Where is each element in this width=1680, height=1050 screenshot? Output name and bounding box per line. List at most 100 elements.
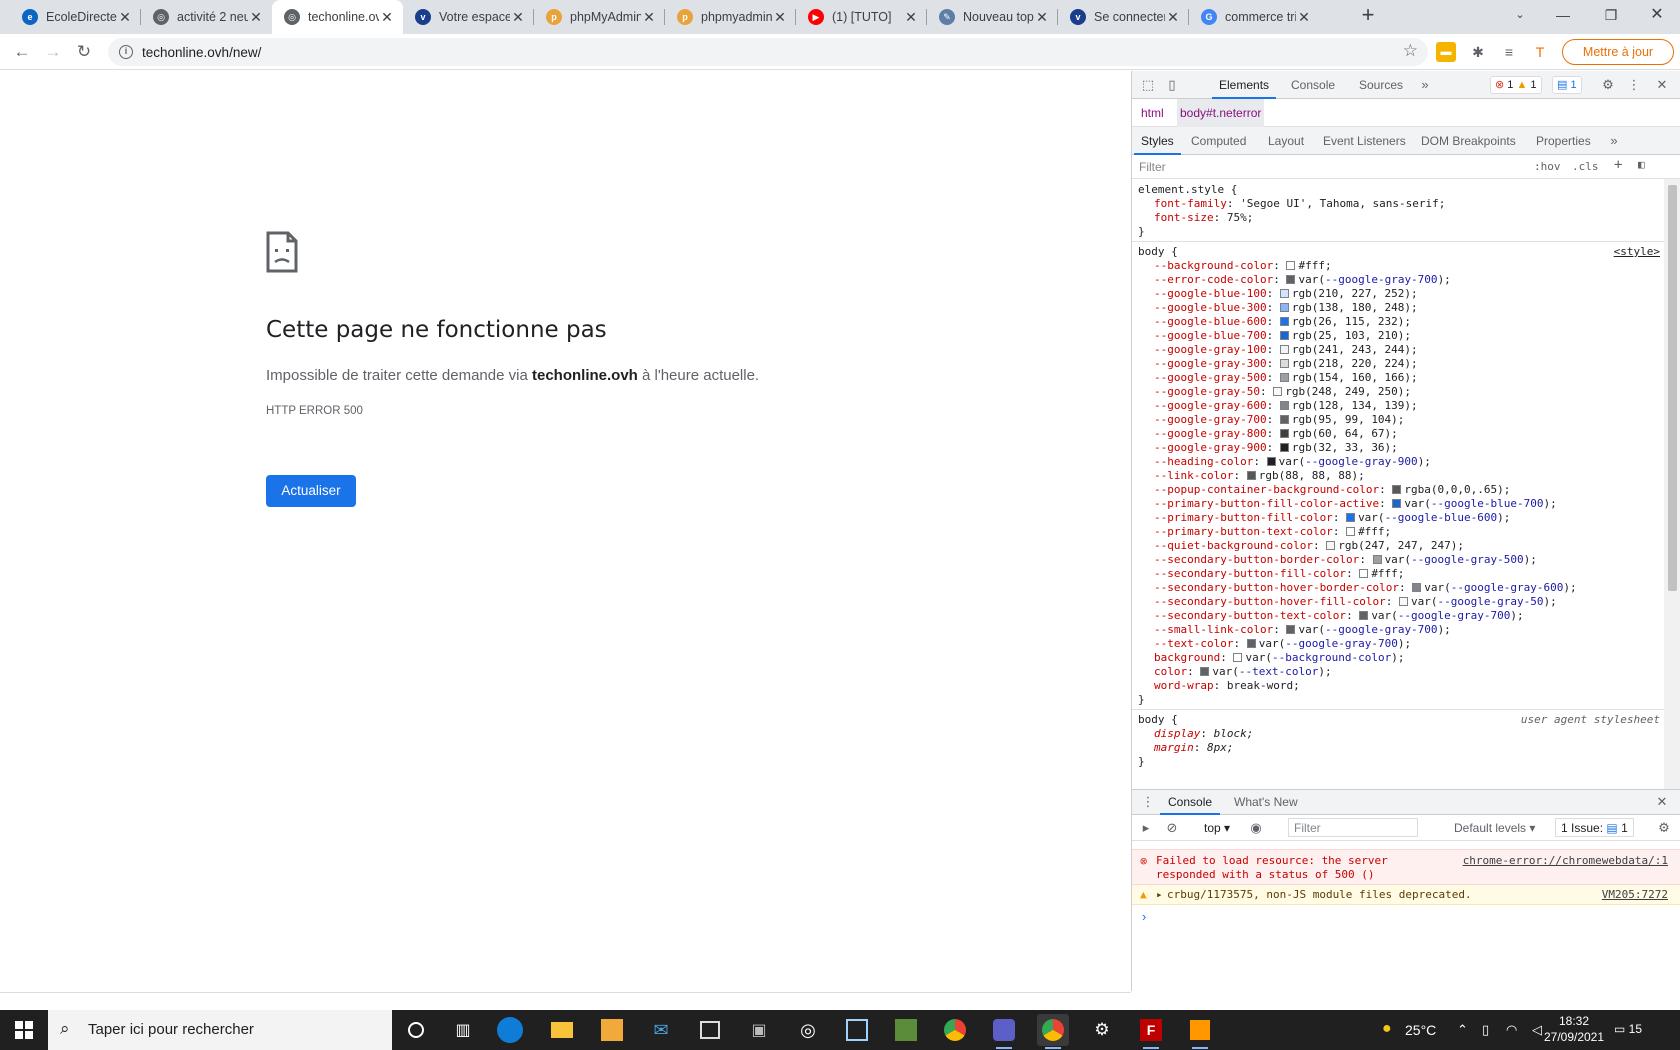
- styles-scrollbar-thumb[interactable]: [1668, 185, 1677, 591]
- browser-tab[interactable]: v Se connecter à✕: [1058, 0, 1189, 34]
- css-property-value[interactable]: rgb(25, 103, 210);: [1292, 329, 1411, 342]
- css-property-name[interactable]: --error-code-color: [1154, 273, 1273, 286]
- color-swatch[interactable]: [1326, 541, 1336, 550]
- css-property-value[interactable]: #fff;: [1298, 259, 1331, 272]
- styles-scrollbar[interactable]: [1664, 179, 1680, 789]
- drawer-tab-whats-new[interactable]: What's New: [1226, 790, 1306, 815]
- css-property-name[interactable]: --primary-button-fill-color: [1154, 511, 1333, 524]
- css-property-name[interactable]: --quiet-background-color: [1154, 539, 1313, 552]
- subtab-styles[interactable]: Styles: [1134, 127, 1181, 155]
- css-property-value[interactable]: rgb(218, 220, 224);: [1292, 357, 1418, 370]
- css-property-value[interactable]: rgb(32, 33, 36);: [1292, 441, 1398, 454]
- console-prompt-chevron-icon[interactable]: ›: [1142, 909, 1146, 924]
- maximize-icon[interactable]: ❐: [1588, 0, 1634, 30]
- css-property-value[interactable]: 75%;: [1227, 211, 1254, 224]
- css-property-name[interactable]: --google-gray-300: [1154, 357, 1267, 370]
- css-property-value[interactable]: var(--google-gray-900);: [1279, 455, 1431, 468]
- weather-temp[interactable]: 25°C: [1405, 1022, 1436, 1038]
- color-swatch[interactable]: [1233, 653, 1243, 662]
- log-levels-dropdown[interactable]: Default levels ▾: [1454, 821, 1535, 835]
- css-property-value[interactable]: rgb(26, 115, 232);: [1292, 315, 1411, 328]
- drawer-menu-icon[interactable]: ⋮: [1140, 794, 1156, 810]
- notification-center-icon[interactable]: ▭ 15: [1614, 1022, 1642, 1036]
- css-property-name[interactable]: --background-color: [1154, 259, 1273, 272]
- device-toolbar-icon[interactable]: ▯: [1164, 77, 1180, 93]
- css-property-value[interactable]: rgb(154, 160, 166);: [1292, 371, 1418, 384]
- reload-page-button[interactable]: Actualiser: [266, 475, 356, 507]
- filezilla-icon[interactable]: F: [1135, 1014, 1167, 1049]
- bookmark-star-icon[interactable]: ☆: [1403, 41, 1418, 61]
- task-view-icon[interactable]: ▥: [447, 1014, 479, 1046]
- browser-tab[interactable]: e EcoleDirecte ✕: [10, 0, 141, 34]
- live-expression-eye-icon[interactable]: ◉: [1248, 820, 1264, 836]
- style-source-link[interactable]: <style>: [1614, 245, 1660, 259]
- css-property-value[interactable]: rgb(247, 247, 247);: [1338, 539, 1464, 552]
- css-property-name[interactable]: --primary-button-text-color: [1154, 525, 1333, 538]
- css-property-name[interactable]: --secondary-button-hover-border-color: [1154, 581, 1399, 594]
- color-swatch[interactable]: [1279, 331, 1289, 340]
- css-property-name[interactable]: --link-color: [1154, 469, 1233, 482]
- subtab-layout[interactable]: Layout: [1261, 127, 1311, 155]
- css-property-value[interactable]: rgb(95, 99, 104);: [1292, 413, 1405, 426]
- css-property-value[interactable]: var(--google-gray-700);: [1259, 637, 1411, 650]
- css-property-value[interactable]: #fff;: [1371, 567, 1404, 580]
- extensions-puzzle-icon[interactable]: ✱: [1468, 42, 1488, 62]
- color-swatch[interactable]: [1279, 373, 1289, 382]
- color-swatch[interactable]: [1286, 625, 1296, 634]
- close-tab-icon[interactable]: ✕: [117, 9, 133, 26]
- mail-icon[interactable]: ✉: [645, 1014, 677, 1046]
- css-property-value[interactable]: rgb(60, 64, 67);: [1292, 427, 1398, 440]
- css-property-name[interactable]: --secondary-button-hover-fill-color: [1154, 595, 1386, 608]
- color-swatch[interactable]: [1279, 345, 1289, 354]
- color-swatch[interactable]: [1392, 499, 1402, 508]
- css-property-value[interactable]: var(--google-gray-700);: [1298, 623, 1450, 636]
- close-devtools-icon[interactable]: ✕: [1654, 77, 1670, 93]
- css-property-name[interactable]: --google-gray-800: [1154, 427, 1267, 440]
- css-property-name[interactable]: --primary-button-fill-color-active: [1154, 497, 1379, 510]
- css-property-name[interactable]: --secondary-button-text-color: [1154, 609, 1346, 622]
- css-property-name[interactable]: --google-blue-700: [1154, 329, 1267, 342]
- console-sidebar-icon[interactable]: ▸: [1138, 820, 1154, 836]
- css-property-name[interactable]: --google-gray-50: [1154, 385, 1260, 398]
- taskbar-clock[interactable]: 18:32 27/09/2021: [1543, 1013, 1605, 1045]
- visual-app-icon[interactable]: [841, 1014, 873, 1046]
- new-rule-plus-icon[interactable]: +: [1614, 157, 1622, 173]
- chrome-profile-icon[interactable]: [1037, 1014, 1069, 1049]
- css-property-name[interactable]: --google-gray-700: [1154, 413, 1267, 426]
- browser-tab[interactable]: ▶ (1) [TUTO] ✕: [796, 0, 927, 34]
- color-swatch[interactable]: [1279, 289, 1289, 298]
- file-explorer-icon[interactable]: [546, 1014, 578, 1046]
- close-tab-icon[interactable]: ✕: [248, 9, 264, 26]
- close-tab-icon[interactable]: ✕: [1165, 9, 1181, 26]
- css-property-value[interactable]: #fff;: [1358, 525, 1391, 538]
- color-swatch[interactable]: [1359, 611, 1369, 620]
- browser-tab[interactable]: ◎ techonline.ovh✕: [272, 0, 403, 34]
- css-property-value[interactable]: break-word;: [1227, 679, 1300, 692]
- warning-expand-icon[interactable]: ▸: [1156, 888, 1163, 901]
- color-swatch[interactable]: [1273, 387, 1283, 396]
- color-swatch[interactable]: [1279, 359, 1289, 368]
- close-tab-icon[interactable]: ✕: [1296, 9, 1312, 26]
- browser-tab[interactable]: ◎ activité 2 neurone✕: [141, 0, 272, 34]
- css-property-value[interactable]: var(--google-gray-600);: [1424, 581, 1576, 594]
- css-property-value[interactable]: var(--text-color);: [1212, 665, 1331, 678]
- css-property-name[interactable]: --text-color: [1154, 637, 1233, 650]
- css-property-value[interactable]: var(--google-gray-50);: [1411, 595, 1557, 608]
- settings-gear-icon[interactable]: ⚙: [1600, 77, 1616, 93]
- reload-icon[interactable]: ↻: [72, 40, 96, 64]
- color-swatch[interactable]: [1279, 317, 1289, 326]
- settings-gear-taskbar-icon[interactable]: ⚙: [1086, 1014, 1118, 1046]
- color-swatch[interactable]: [1246, 471, 1256, 480]
- color-swatch[interactable]: [1279, 303, 1289, 312]
- css-property-value[interactable]: var(--google-blue-700);: [1404, 497, 1556, 510]
- css-property-value[interactable]: rgb(138, 180, 248);: [1292, 301, 1418, 314]
- edge-icon[interactable]: [497, 1017, 523, 1043]
- cortana-icon[interactable]: [400, 1014, 432, 1046]
- photos-icon[interactable]: ▣: [743, 1014, 775, 1046]
- color-swatch[interactable]: [1246, 639, 1256, 648]
- inspect-element-icon[interactable]: ⬚: [1140, 77, 1156, 93]
- color-swatch[interactable]: [1279, 443, 1289, 452]
- color-swatch[interactable]: [1359, 569, 1369, 578]
- color-swatch[interactable]: [1279, 415, 1289, 424]
- css-property-name[interactable]: margin: [1154, 741, 1194, 754]
